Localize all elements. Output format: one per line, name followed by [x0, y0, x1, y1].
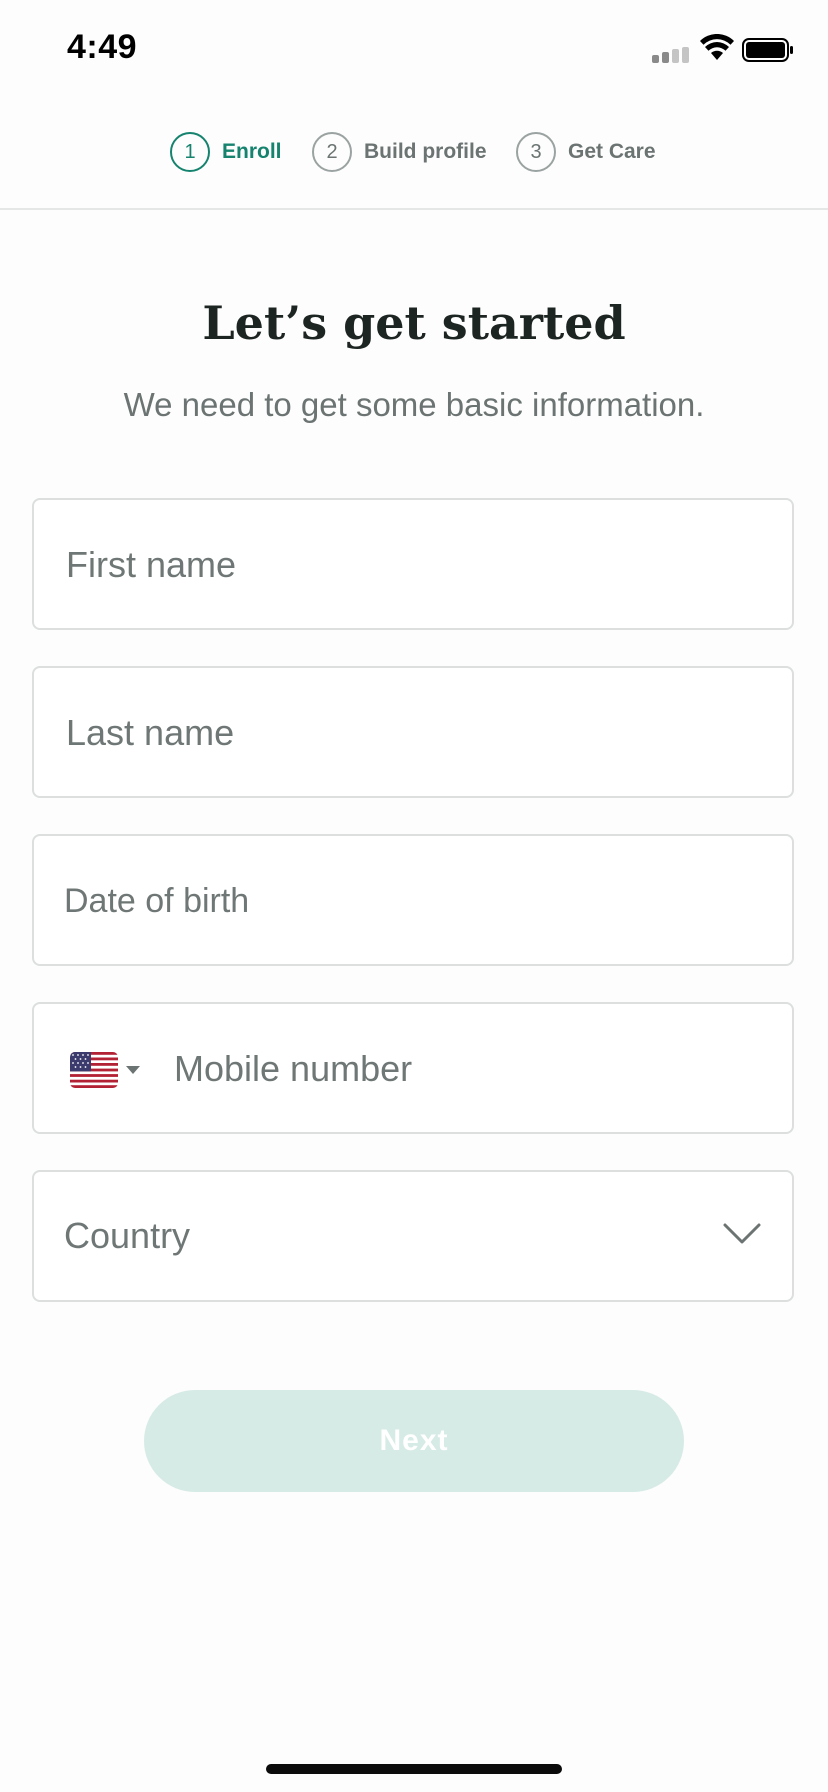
last-name-field[interactable] [32, 666, 794, 798]
status-bar: 4:49 [0, 0, 828, 100]
mobile-number-input[interactable] [172, 1004, 776, 1134]
date-of-birth-field[interactable] [32, 834, 794, 966]
wifi-icon [700, 34, 734, 60]
first-name-field[interactable] [32, 498, 794, 630]
battery-icon [742, 38, 793, 62]
step-label-build-profile: Build profile [364, 140, 487, 163]
last-name-input[interactable] [64, 668, 708, 798]
chevron-down-icon[interactable] [722, 1218, 762, 1248]
us-flag-icon[interactable] [70, 1052, 118, 1088]
home-indicator [266, 1764, 562, 1774]
step-number-1: 1 [170, 132, 210, 172]
country-code-caret-icon[interactable] [126, 1066, 140, 1074]
step-enroll: 1 Enroll [170, 130, 282, 174]
next-button[interactable]: Next [144, 1390, 684, 1492]
cellular-signal-icon [652, 47, 689, 63]
mobile-number-field[interactable] [32, 1002, 794, 1134]
step-label-get-care: Get Care [568, 140, 656, 163]
status-time: 4:49 [67, 28, 138, 66]
country-select[interactable]: Country [32, 1170, 794, 1302]
enrollment-stepper: 1 Enroll 2 Build profile 3 Get Care [0, 130, 828, 174]
first-name-input[interactable] [64, 500, 708, 630]
country-placeholder: Country [64, 1215, 191, 1256]
page-subtitle: We need to get some basic information. [123, 386, 705, 423]
step-get-care: 3 Get Care [516, 130, 656, 174]
date-of-birth-input[interactable] [62, 836, 706, 966]
page-title: Let’s get started [202, 296, 626, 350]
header-divider [0, 208, 828, 210]
step-number-2: 2 [312, 132, 352, 172]
step-build-profile: 2 Build profile [312, 130, 487, 174]
step-label-enroll: Enroll [222, 140, 282, 163]
step-number-3: 3 [516, 132, 556, 172]
